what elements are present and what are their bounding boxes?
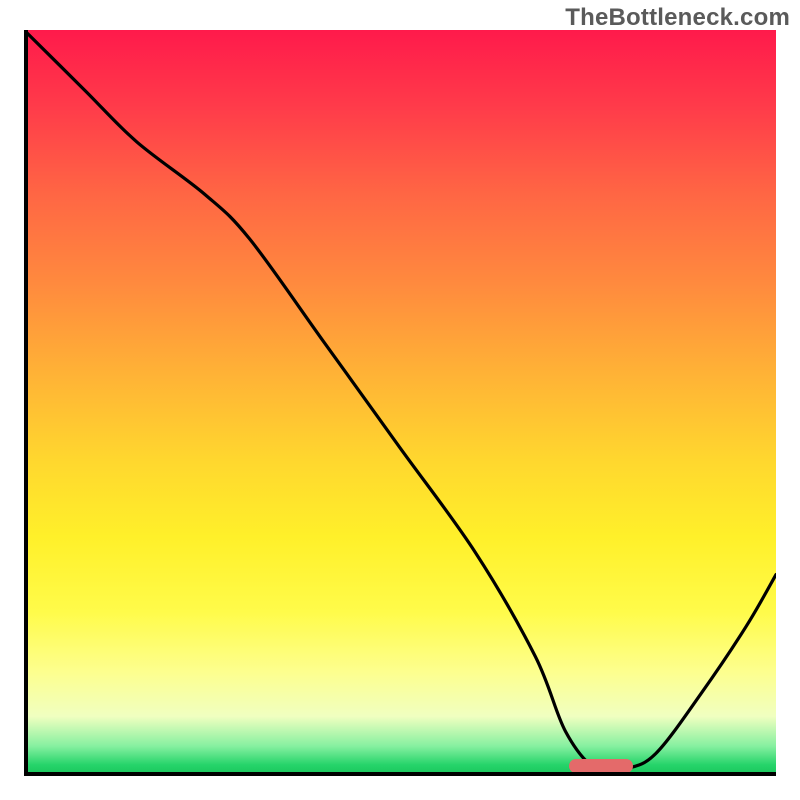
watermark-text: TheBottleneck.com <box>565 4 790 32</box>
bottleneck-curve <box>24 30 776 776</box>
optimal-range-marker <box>569 759 633 773</box>
plot-area <box>24 30 776 776</box>
